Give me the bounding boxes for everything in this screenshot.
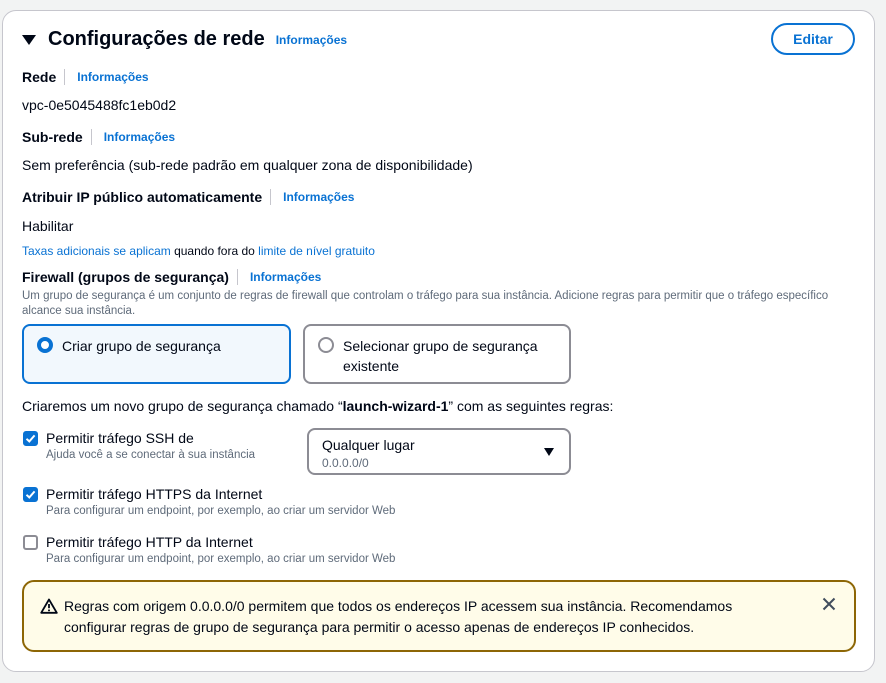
- security-group-name: launch-wizard-1: [342, 398, 449, 414]
- https-checkbox[interactable]: [23, 487, 38, 502]
- firewall-label-row: Firewall (grupos de segurança) Informaçõ…: [22, 269, 321, 285]
- firewall-label: Firewall (grupos de segurança): [22, 269, 229, 285]
- ssh-checkbox[interactable]: [23, 431, 38, 446]
- divider: [270, 189, 272, 205]
- ssh-rule-description: Ajuda você a se conectar à sua instância: [46, 449, 256, 461]
- section-title: Configurações de rede: [48, 28, 265, 50]
- edit-button[interactable]: Editar: [771, 23, 855, 55]
- free-tier-note-text: quando fora do: [170, 244, 259, 258]
- select-existing-security-group-label: Selecionar grupo de segurança existente: [343, 338, 538, 374]
- ssh-source-value: Qualquer lugar: [322, 437, 415, 453]
- warning-alert: Regras com origem 0.0.0.0/0 permitem que…: [22, 580, 856, 652]
- http-rule-description: Para configurar um endpoint, por exemplo…: [46, 553, 396, 565]
- https-rule-label[interactable]: Permitir tráfego HTTPS da Internet: [46, 486, 262, 502]
- https-rule-description: Para configurar um endpoint, por exemplo…: [46, 505, 396, 517]
- subnet-label-row: Sub-rede Informações: [22, 129, 175, 145]
- subnet-info-link[interactable]: Informações: [104, 130, 175, 144]
- warning-message: Regras com origem 0.0.0.0/0 permitem que…: [64, 598, 733, 635]
- section-header[interactable]: Configurações de rede Informações: [22, 28, 347, 51]
- http-checkbox[interactable]: [23, 535, 38, 550]
- network-info-link[interactable]: Informações: [77, 70, 148, 84]
- firewall-description: Um grupo de segurança é um conjunto de r…: [22, 290, 829, 317]
- create-group-message-suffix: ” com as seguintes regras:: [448, 398, 614, 414]
- select-existing-security-group-option[interactable]: Selecionar grupo de segurança existente: [303, 324, 571, 384]
- http-rule-label[interactable]: Permitir tráfego HTTP da Internet: [46, 534, 253, 550]
- checkmark-icon: [25, 434, 36, 443]
- create-group-message-prefix: Criaremos um novo grupo de segurança cha…: [22, 398, 343, 414]
- free-tier-limit-link[interactable]: limite de nível gratuito: [258, 244, 375, 258]
- ssh-rule-label[interactable]: Permitir tráfego SSH de: [46, 430, 194, 446]
- divider: [64, 69, 66, 85]
- public-ip-value: Habilitar: [22, 218, 74, 234]
- caret-down-icon[interactable]: [22, 34, 36, 45]
- radio-unselected[interactable]: [318, 337, 334, 353]
- create-security-group-option[interactable]: Criar grupo de segurança: [22, 324, 291, 384]
- ssh-source-cidr: 0.0.0.0/0: [322, 456, 369, 470]
- firewall-info-link[interactable]: Informações: [250, 270, 321, 284]
- public-ip-info-link[interactable]: Informações: [283, 190, 354, 204]
- network-label-row: Rede Informações: [22, 69, 149, 85]
- dropdown-caret-icon: [544, 448, 554, 456]
- additional-fees-link[interactable]: Taxas adicionais se aplicam: [22, 244, 171, 258]
- close-icon[interactable]: [822, 597, 836, 611]
- public-ip-label-row: Atribuir IP público automaticamente Info…: [22, 189, 354, 205]
- ssh-source-select[interactable]: Qualquer lugar 0.0.0.0/0: [307, 428, 571, 475]
- network-value: vpc-0e5045488fc1eb0d2: [22, 97, 177, 113]
- subnet-label: Sub-rede: [22, 129, 83, 145]
- subnet-value: Sem preferência (sub-rede padrão em qual…: [22, 157, 473, 173]
- network-label: Rede: [22, 69, 57, 85]
- divider: [236, 269, 238, 285]
- checkmark-icon: [25, 490, 36, 499]
- warning-triangle-icon: [40, 598, 58, 614]
- radio-selected[interactable]: [37, 337, 53, 353]
- divider: [90, 129, 92, 145]
- create-security-group-label: Criar grupo de segurança: [62, 338, 221, 354]
- create-group-message: Criaremos um novo grupo de segurança cha…: [22, 398, 613, 414]
- public-ip-label: Atribuir IP público automaticamente: [22, 189, 263, 205]
- free-tier-note: Taxas adicionais se aplicam quando fora …: [22, 244, 375, 258]
- section-info-link[interactable]: Informações: [276, 33, 347, 47]
